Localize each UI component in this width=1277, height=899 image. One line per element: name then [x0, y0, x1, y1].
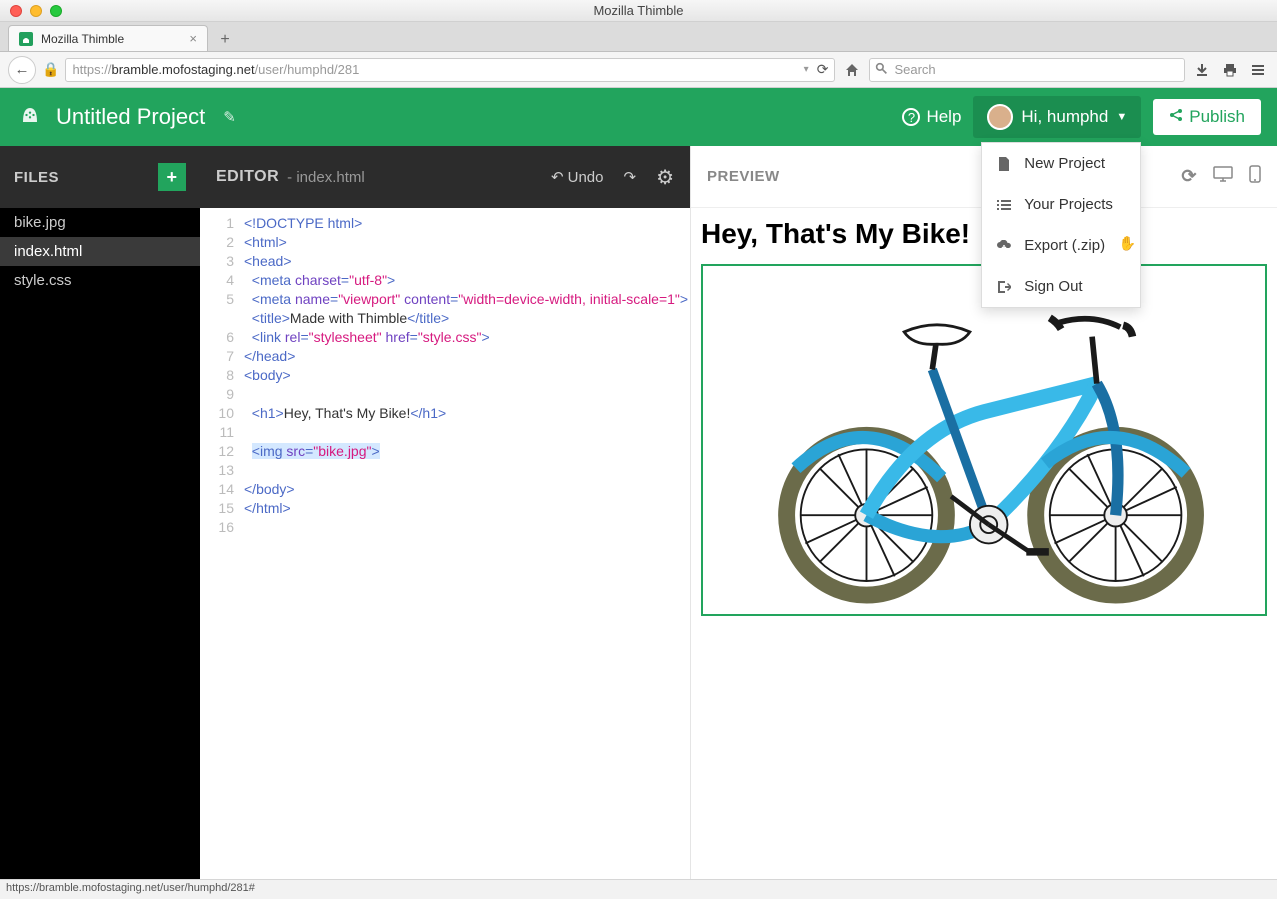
status-bar: https://bramble.mofostaging.net/user/hum… [0, 879, 1277, 899]
back-button[interactable]: ← [8, 56, 36, 84]
url-path: /user/humphd/281 [255, 62, 360, 77]
preview-header-label: PREVIEW [707, 168, 780, 185]
status-url: https://bramble.mofostaging.net/user/hum… [6, 882, 255, 894]
editor-header: EDITOR - index.html ↶ Undo ↷ ⚙ [200, 146, 690, 208]
help-icon: ? [902, 108, 920, 126]
menu-your-projects[interactable]: Your Projects [982, 184, 1140, 225]
search-icon [875, 62, 888, 78]
cloud-download-icon [996, 240, 1012, 252]
downloads-button[interactable] [1191, 59, 1213, 81]
code-content: <!DOCTYPE html> <html> <head> <meta char… [244, 214, 690, 537]
files-header: FILES + [0, 146, 200, 208]
print-button[interactable] [1219, 59, 1241, 81]
menu-export-zip[interactable]: Export (.zip) ✋ [982, 225, 1140, 266]
browser-tab-strip: Mozilla Thimble × + [0, 22, 1277, 52]
window-title: Mozilla Thimble [0, 3, 1277, 18]
editor-header-label: EDITOR [216, 168, 279, 186]
editor-filename: - index.html [287, 169, 365, 186]
new-tab-button[interactable]: + [212, 29, 238, 51]
address-bar[interactable]: https://bramble.mofostaging.net/user/hum… [65, 58, 835, 82]
tab-close-icon[interactable]: × [189, 31, 197, 46]
add-file-button[interactable]: + [158, 163, 186, 191]
menu-label: Your Projects [1024, 196, 1113, 213]
user-greeting: Hi, humphd [1021, 107, 1108, 127]
desktop-view-button[interactable] [1213, 166, 1233, 187]
tab-title: Mozilla Thimble [41, 32, 124, 46]
file-icon [996, 157, 1012, 171]
home-button[interactable] [841, 59, 863, 81]
url-scheme: https:// [72, 62, 111, 77]
hamburger-menu[interactable] [1247, 59, 1269, 81]
app-header: Untitled Project ✎ ? Help Hi, humphd ▼ N… [0, 88, 1277, 146]
reload-icon[interactable]: ⟳ [817, 61, 829, 78]
undo-button[interactable]: ↶ Undo [551, 168, 603, 186]
url-host: bramble.mofostaging.net [111, 62, 254, 77]
menu-new-project[interactable]: New Project [982, 143, 1140, 184]
browser-toolbar: ← 🔒 https://bramble.mofostaging.net/user… [0, 52, 1277, 88]
settings-button[interactable]: ⚙ [656, 165, 674, 190]
share-icon [1169, 107, 1183, 127]
project-title: Untitled Project [56, 104, 205, 130]
files-panel: FILES + bike.jpg index.html style.css [0, 146, 200, 879]
menu-label: Sign Out [1024, 278, 1082, 295]
file-item-index-html[interactable]: index.html [0, 237, 200, 266]
line-gutter: 1 2 3 4 5 6 7 8 9 10 11 12 13 14 15 16 [200, 214, 244, 537]
window-maximize[interactable] [50, 5, 62, 17]
window-close[interactable] [10, 5, 22, 17]
window-titlebar: Mozilla Thimble [0, 0, 1277, 22]
favicon-icon [19, 32, 33, 46]
files-header-label: FILES [14, 169, 59, 186]
user-menu: New Project Your Projects Export (.zip) … [981, 142, 1141, 308]
browser-tab[interactable]: Mozilla Thimble × [8, 25, 208, 51]
thimble-logo-icon [16, 101, 44, 134]
help-label: Help [926, 107, 961, 127]
file-item-style-css[interactable]: style.css [0, 266, 200, 295]
list-icon [996, 199, 1012, 211]
file-item-bike-jpg[interactable]: bike.jpg [0, 208, 200, 237]
sign-out-icon [996, 280, 1012, 294]
search-placeholder: Search [894, 62, 935, 77]
mobile-view-button[interactable] [1249, 165, 1261, 188]
user-menu-button[interactable]: Hi, humphd ▼ New Project Your Projects [973, 96, 1141, 138]
menu-sign-out[interactable]: Sign Out [982, 266, 1140, 307]
menu-label: Export (.zip) [1024, 237, 1105, 254]
help-link[interactable]: ? Help [902, 107, 961, 127]
redo-button[interactable]: ↷ [623, 168, 636, 186]
edit-title-button[interactable]: ✎ [223, 108, 236, 126]
editor-panel: EDITOR - index.html ↶ Undo ↷ ⚙ 1 2 3 4 5… [200, 146, 690, 879]
menu-label: New Project [1024, 155, 1105, 172]
avatar [987, 104, 1013, 130]
chevron-down-icon: ▼ [1116, 111, 1127, 123]
refresh-preview-button[interactable]: ⟳ [1181, 166, 1197, 187]
publish-label: Publish [1189, 107, 1245, 127]
code-editor[interactable]: 1 2 3 4 5 6 7 8 9 10 11 12 13 14 15 16 <… [200, 208, 690, 537]
search-box[interactable]: Search [869, 58, 1185, 82]
preview-image [701, 264, 1267, 616]
lock-icon: 🔒 [42, 61, 59, 78]
publish-button[interactable]: Publish [1153, 99, 1261, 135]
window-minimize[interactable] [30, 5, 42, 17]
cursor-icon: ✋ [1119, 235, 1136, 252]
dropdown-arrow-icon[interactable]: ▾ [804, 64, 809, 75]
